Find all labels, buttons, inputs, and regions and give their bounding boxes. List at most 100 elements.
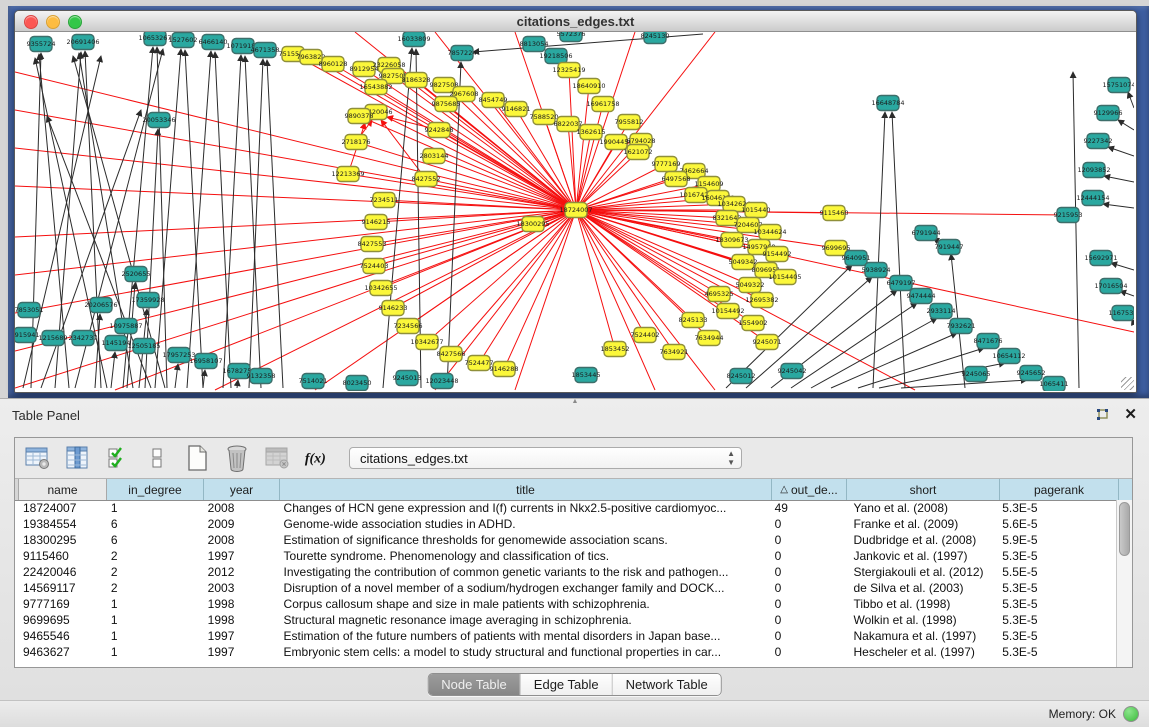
- citation-edge-red[interactable]: [451, 210, 576, 354]
- table-cell[interactable]: Franke et al. (2009): [845, 516, 998, 532]
- column-header-out-de-[interactable]: △out_de...: [772, 479, 847, 500]
- graph-node[interactable]: 9129966: [1094, 106, 1123, 121]
- graph-node[interactable]: 7234511: [370, 193, 399, 208]
- citation-edge-black[interactable]: [175, 364, 178, 388]
- column-header-year[interactable]: year: [204, 479, 280, 500]
- graph-node[interactable]: 10654112: [992, 349, 1025, 364]
- function-builder-icon[interactable]: f(x): [303, 444, 331, 472]
- graph-node[interactable]: 5049322: [736, 278, 765, 293]
- graph-node[interactable]: 9154492: [763, 247, 792, 262]
- graph-node[interactable]: 4695325: [705, 287, 734, 302]
- graph-node[interactable]: 18640910: [572, 79, 605, 94]
- graph-node[interactable]: 4671358: [251, 43, 280, 58]
- graph-node[interactable]: 9146233: [379, 301, 408, 316]
- citation-edge-black[interactable]: [203, 370, 205, 388]
- citation-edge-red[interactable]: [576, 210, 719, 294]
- table-cell[interactable]: 1: [107, 596, 204, 612]
- table-cell[interactable]: Tibbo et al. (1998): [845, 596, 998, 612]
- close-panel-icon[interactable]: ✕: [1124, 408, 1137, 422]
- citation-edge-black[interactable]: [237, 380, 238, 388]
- graph-node[interactable]: 8960128: [319, 57, 348, 72]
- citation-edge-black[interactable]: [123, 47, 153, 388]
- graph-node[interactable]: 5938924: [862, 263, 891, 278]
- table-cell[interactable]: 0: [771, 580, 846, 596]
- graph-node[interactable]: 10653267: [138, 32, 171, 46]
- table-cell[interactable]: Stergiakouli et al. (2012): [845, 564, 998, 580]
- table-row[interactable]: 911546021997Tourette syndrome. Phenomeno…: [15, 548, 1117, 564]
- graph-node[interactable]: 8427566: [437, 347, 466, 362]
- graph-node[interactable]: 9245042: [778, 364, 807, 379]
- table-cell[interactable]: de Silva et al. (2003): [845, 580, 998, 596]
- table-selector-dropdown[interactable]: citations_edges.txt ▲▼: [349, 447, 742, 469]
- table-cell[interactable]: 6: [107, 532, 204, 548]
- table-cell[interactable]: 0: [771, 548, 846, 564]
- table-cell[interactable]: 18300295: [19, 532, 107, 548]
- graph-node[interactable]: 9875685: [432, 97, 461, 112]
- graph-node[interactable]: 9132358: [247, 369, 276, 384]
- column-header-title[interactable]: title: [280, 479, 772, 500]
- citation-edge-red[interactable]: [408, 210, 576, 326]
- delete-column-icon[interactable]: [223, 444, 251, 472]
- graph-node[interactable]: 7524403: [360, 259, 389, 274]
- table-cell[interactable]: 5.9E-5: [998, 532, 1117, 548]
- graph-node[interactable]: 12023448: [425, 374, 458, 389]
- graph-node[interactable]: 6466140: [199, 35, 228, 50]
- table-cell[interactable]: 22420046: [19, 564, 107, 580]
- column-header-pagerank[interactable]: pagerank: [1000, 479, 1119, 500]
- graph-node[interactable]: 10154492: [711, 304, 744, 319]
- graph-node[interactable]: 7932621: [947, 319, 976, 334]
- table-cell[interactable]: 2003: [204, 580, 280, 596]
- new-table-icon[interactable]: [183, 444, 211, 472]
- graph-node[interactable]: 8245012: [727, 369, 756, 384]
- zoom-window-button[interactable]: [68, 15, 82, 29]
- graph-node[interactable]: 15751074: [1102, 78, 1134, 93]
- column-select-icon[interactable]: [63, 444, 91, 472]
- graph-node[interactable]: 9146215: [362, 215, 391, 230]
- table-row[interactable]: 1830029562008Estimation of significance …: [15, 532, 1117, 548]
- table-row[interactable]: 946554611997Estimation of the future num…: [15, 628, 1117, 644]
- window-resize-grip[interactable]: [1121, 377, 1134, 390]
- graph-node[interactable]: 9245071: [753, 335, 782, 350]
- table-cell[interactable]: 1: [107, 628, 204, 644]
- table-cell[interactable]: 5.3E-5: [998, 644, 1117, 660]
- graph-node[interactable]: 1215689: [39, 331, 68, 346]
- table-cell[interactable]: 49: [771, 500, 846, 516]
- table-cell[interactable]: 2008: [204, 532, 280, 548]
- minimize-window-button[interactable]: [46, 15, 60, 29]
- memory-status-indicator[interactable]: [1123, 706, 1139, 722]
- citation-edge-black[interactable]: [1104, 176, 1134, 182]
- graph-node[interactable]: 9245065: [962, 367, 991, 382]
- table-row[interactable]: 1456911722003Disruption of a novel membe…: [15, 580, 1117, 596]
- graph-node[interactable]: 1527602: [169, 33, 198, 48]
- table-cell[interactable]: 14569117: [19, 580, 107, 596]
- table-cell[interactable]: 1998: [204, 612, 280, 628]
- table-cell[interactable]: 2: [107, 580, 204, 596]
- table-row[interactable]: 969969511998Structural magnetic resonanc…: [15, 612, 1117, 628]
- table-cell[interactable]: Disruption of a novel member of a sodium…: [280, 580, 771, 596]
- table-cell[interactable]: Wolkin et al. (1998): [845, 612, 998, 628]
- graph-node[interactable]: 10342655: [364, 281, 397, 296]
- graph-node[interactable]: 8186328: [402, 73, 431, 88]
- graph-node[interactable]: 3915941: [15, 328, 39, 343]
- select-all-columns-icon[interactable]: [103, 444, 131, 472]
- graph-node[interactable]: 7514021: [299, 374, 328, 389]
- citation-edge-black[interactable]: [249, 59, 263, 388]
- graph-node[interactable]: 7634921: [660, 345, 689, 360]
- table-cell[interactable]: Estimation of significance thresholds fo…: [280, 532, 771, 548]
- graph-node[interactable]: 1621072: [624, 145, 653, 160]
- graph-node[interactable]: 6791944: [912, 226, 941, 241]
- table-cell[interactable]: Dudbridge et al. (2008): [845, 532, 998, 548]
- citation-edge-black[interactable]: [1108, 147, 1134, 156]
- table-cell[interactable]: 5.5E-5: [998, 564, 1117, 580]
- table-cell[interactable]: 18724007: [19, 500, 107, 516]
- graph-node[interactable]: 1145194: [102, 336, 131, 351]
- scrollbar-thumb[interactable]: [1119, 502, 1130, 556]
- table-cell[interactable]: Corpus callosum shape and size in male p…: [280, 596, 771, 612]
- table-cell[interactable]: 9463627: [19, 644, 107, 660]
- graph-node[interactable]: 9777169: [652, 157, 681, 172]
- tab-edge-table[interactable]: Edge Table: [521, 674, 613, 695]
- table-cell[interactable]: Embryonic stem cells: a model to study s…: [280, 644, 771, 660]
- graph-node[interactable]: 12444154: [1076, 191, 1109, 206]
- float-panel-icon[interactable]: [1095, 408, 1110, 422]
- table-cell[interactable]: Changes of HCN gene expression and I(f) …: [280, 500, 771, 516]
